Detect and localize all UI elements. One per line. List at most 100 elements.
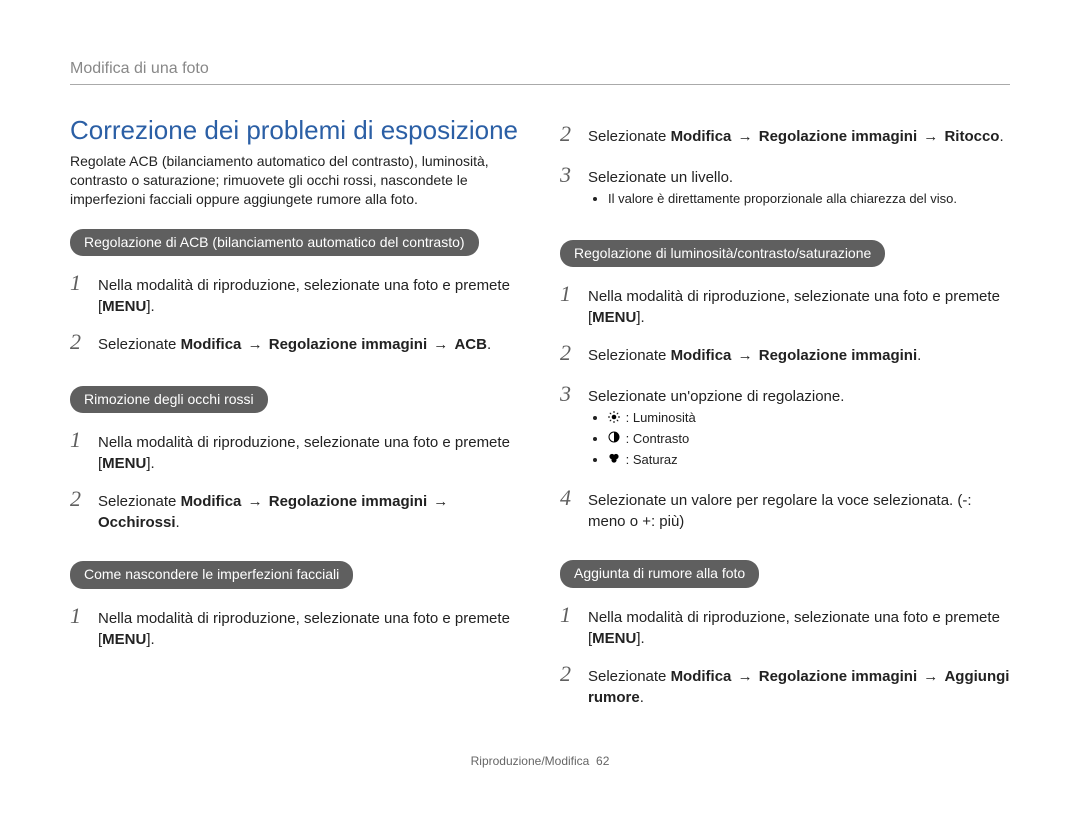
section-title: Correzione dei problemi di esposizione — [70, 115, 520, 146]
redeye-section: Rimozione degli occhi rossi 1 Nella moda… — [70, 386, 520, 534]
acb-pill: Regolazione di ACB (bilanciamento automa… — [70, 229, 479, 257]
menu-path: Regolazione immagini — [759, 347, 917, 364]
redeye-pill: Rimozione degli occhi rossi — [70, 386, 268, 414]
arrow-icon: → — [427, 336, 454, 353]
bcs-option: : Saturaz — [608, 451, 1010, 470]
breadcrumb: Modifica di una foto — [70, 60, 1010, 85]
text: Nella modalità di riproduzione, selezion… — [98, 434, 510, 472]
left-column: Correzione dei problemi di esposizione R… — [70, 115, 520, 736]
face-step-2: 2 Selezionate Modifica → Regolazione imm… — [560, 119, 1010, 150]
menu-path: Regolazione immagini — [269, 336, 427, 353]
face-section-cont: 2 Selezionate Modifica → Regolazione imm… — [560, 119, 1010, 212]
step-number: 2 — [560, 338, 578, 369]
text: Selezionate — [98, 336, 181, 353]
menu-path: Modifica — [671, 347, 732, 364]
bcs-step-2: 2 Selezionate Modifica → Regolazione imm… — [560, 338, 1010, 369]
face-step-1: 1 Nella modalità di riproduzione, selezi… — [70, 601, 520, 650]
text: Nella modalità di riproduzione, selezion… — [588, 288, 1000, 326]
menu-button-label: MENU — [102, 298, 146, 315]
saturation-icon — [608, 451, 620, 469]
acb-step-2: 2 Selezionate Modifica → Regolazione imm… — [70, 327, 520, 358]
step-number: 1 — [70, 601, 88, 632]
text: . — [999, 128, 1003, 145]
arrow-icon: → — [731, 128, 758, 145]
text: . — [487, 336, 491, 353]
text: Nella modalità di riproduzione, selezion… — [98, 610, 510, 648]
text: . — [176, 514, 180, 531]
right-column: 2 Selezionate Modifica → Regolazione imm… — [560, 115, 1010, 736]
arrow-icon: → — [731, 668, 758, 685]
bcs-option: : Luminosità — [608, 409, 1010, 428]
step-number: 2 — [70, 484, 88, 515]
menu-path: Modifica — [181, 493, 242, 510]
step-number: 2 — [70, 327, 88, 358]
menu-path: Ritocco — [944, 128, 999, 145]
menu-button-label: MENU — [102, 455, 146, 472]
menu-path: ACB — [454, 336, 487, 353]
option-label: : Saturaz — [626, 452, 678, 467]
menu-path: Regolazione immagini — [759, 128, 917, 145]
step-number: 3 — [560, 379, 578, 410]
noise-section: Aggiunta di rumore alla foto 1 Nella mod… — [560, 560, 1010, 708]
noise-step-2: 2 Selezionate Modifica → Regolazione imm… — [560, 659, 1010, 708]
step-number: 1 — [560, 279, 578, 310]
text: Nella modalità di riproduzione, selezion… — [588, 609, 1000, 647]
text: ]. — [146, 631, 154, 648]
face-section: Come nascondere le imperfezioni facciali… — [70, 561, 520, 650]
noise-step-1: 1 Nella modalità di riproduzione, selezi… — [560, 600, 1010, 649]
text: Selezionate — [588, 668, 671, 685]
arrow-icon: → — [917, 668, 944, 685]
step-number: 2 — [560, 659, 578, 690]
bcs-option: : Contrasto — [608, 430, 1010, 449]
menu-path: Modifica — [671, 668, 732, 685]
noise-pill: Aggiunta di rumore alla foto — [560, 560, 759, 588]
menu-path: Modifica — [181, 336, 242, 353]
arrow-icon: → — [917, 128, 944, 145]
step-number: 2 — [560, 119, 578, 150]
text: . — [640, 689, 644, 706]
arrow-icon: → — [241, 336, 268, 353]
text: ]. — [146, 298, 154, 315]
face-step-3: 3 Selezionate un livello. Il valore è di… — [560, 160, 1010, 212]
menu-button-label: MENU — [592, 630, 636, 647]
bcs-step-3: 3 Selezionate un'opzione di regolazione.… — [560, 379, 1010, 473]
text: Selezionate un livello. — [588, 169, 733, 186]
menu-button-label: MENU — [102, 631, 146, 648]
page-number: 62 — [596, 754, 609, 768]
menu-path: Regolazione immagini — [759, 668, 917, 685]
contrast-icon — [608, 430, 620, 448]
menu-button-label: MENU — [592, 309, 636, 326]
text: ]. — [636, 309, 644, 326]
text: ]. — [636, 630, 644, 647]
redeye-step-2: 2 Selezionate Modifica → Regolazione imm… — [70, 484, 520, 533]
bcs-step-1: 1 Nella modalità di riproduzione, selezi… — [560, 279, 1010, 328]
arrow-icon: → — [731, 347, 758, 364]
page-footer: Riproduzione/Modifica 62 — [70, 754, 1010, 768]
text: . — [917, 347, 921, 364]
step-number: 1 — [560, 600, 578, 631]
acb-section: Regolazione di ACB (bilanciamento automa… — [70, 229, 520, 358]
step-number: 1 — [70, 268, 88, 299]
bcs-section: Regolazione di luminosità/contrasto/satu… — [560, 240, 1010, 532]
text: ]. — [146, 455, 154, 472]
step-number: 3 — [560, 160, 578, 191]
option-label: : Luminosità — [626, 410, 696, 425]
brightness-icon — [608, 410, 620, 428]
arrow-icon: → — [427, 493, 450, 510]
two-column-layout: Correzione dei problemi di esposizione R… — [70, 115, 1010, 736]
acb-step-1: 1 Nella modalità di riproduzione, selezi… — [70, 268, 520, 317]
bcs-pill: Regolazione di luminosità/contrasto/satu… — [560, 240, 885, 268]
footer-label: Riproduzione/Modifica — [471, 754, 590, 768]
bcs-step-4: 4 Selezionate un valore per regolare la … — [560, 483, 1010, 532]
intro-paragraph: Regolate ACB (bilanciamento automatico d… — [70, 152, 520, 209]
menu-path: Modifica — [671, 128, 732, 145]
menu-path: Regolazione immagini — [269, 493, 427, 510]
text: Selezionate — [588, 128, 671, 145]
redeye-step-1: 1 Nella modalità di riproduzione, selezi… — [70, 425, 520, 474]
text: Selezionate — [98, 493, 181, 510]
step-number: 4 — [560, 483, 578, 514]
text: Nella modalità di riproduzione, selezion… — [98, 277, 510, 315]
arrow-icon: → — [241, 493, 268, 510]
face-bullet: Il valore è direttamente proporzionale a… — [608, 190, 1010, 208]
text: Selezionate un valore per regolare la vo… — [588, 490, 1010, 532]
